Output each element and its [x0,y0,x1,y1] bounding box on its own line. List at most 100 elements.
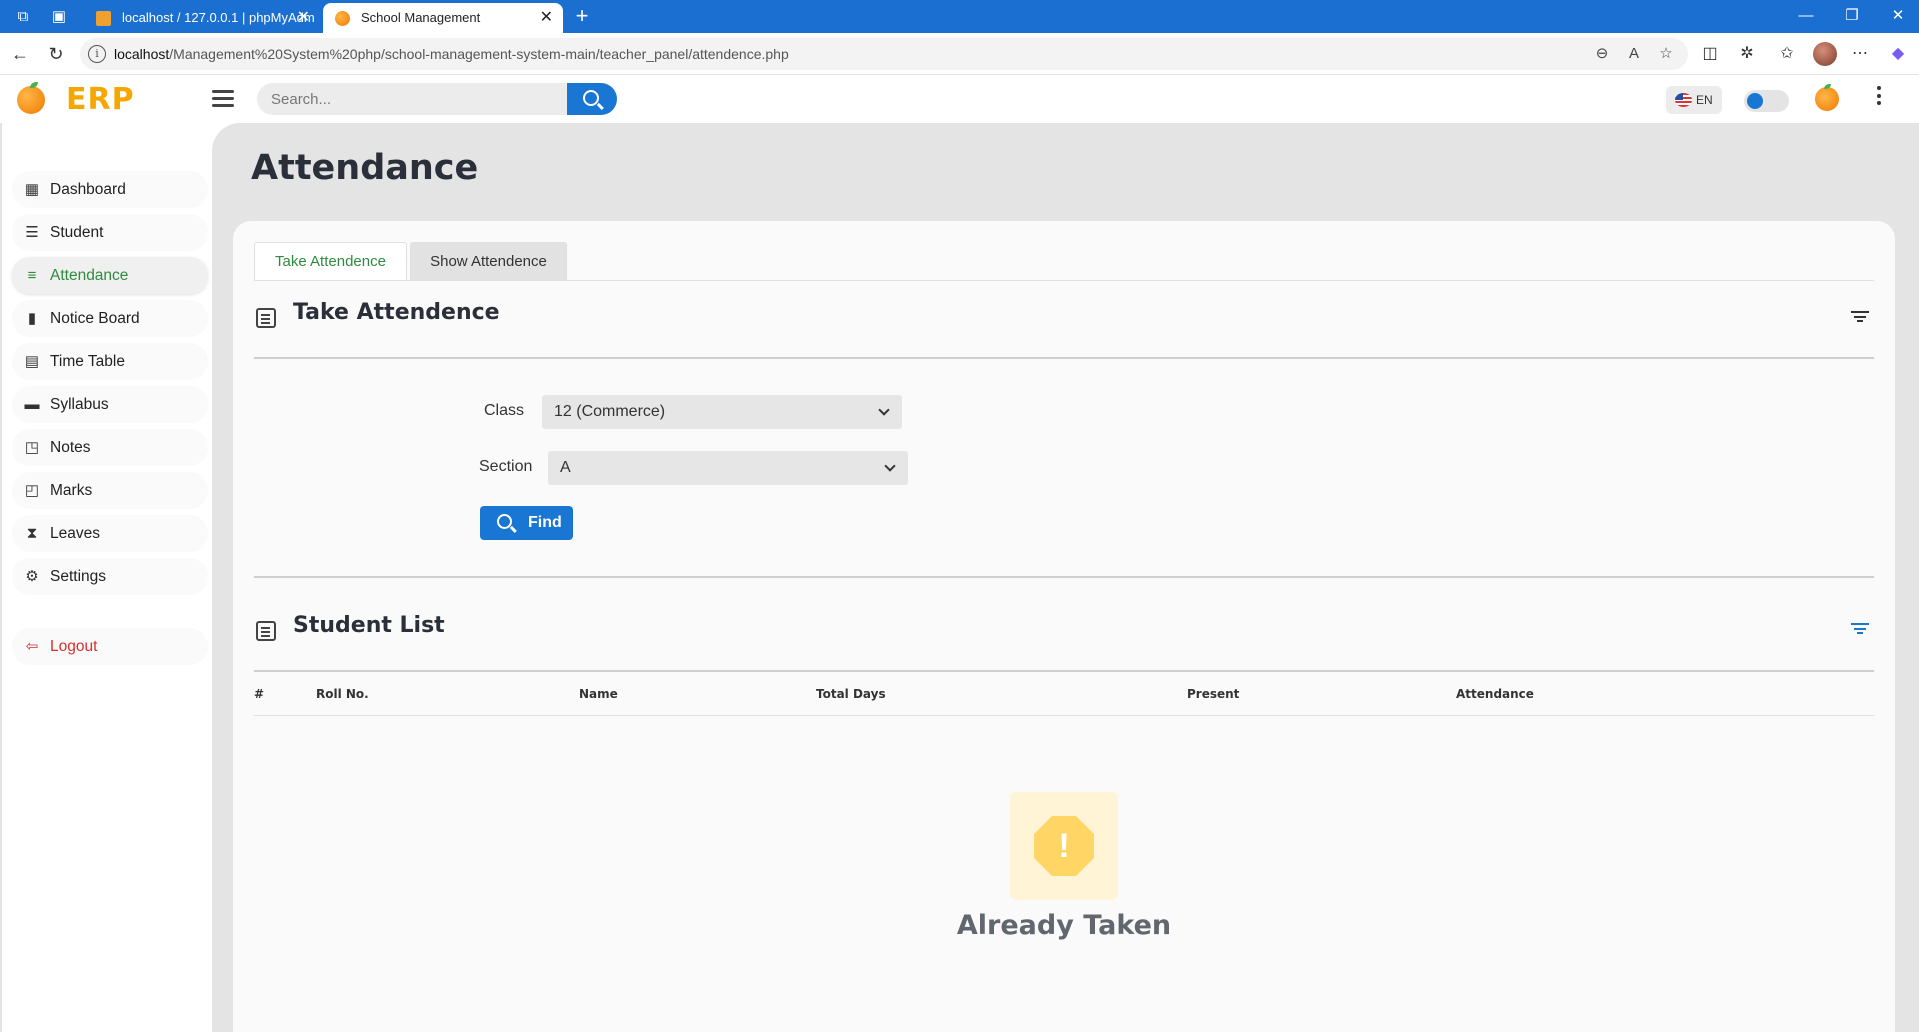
note-icon: ◳ [24,439,40,456]
app-header: ERP EN [0,76,1919,123]
search-input[interactable] [257,83,567,115]
theme-toggle[interactable] [1744,90,1789,112]
filter-icon[interactable] [1851,311,1869,323]
section-divider [254,670,1874,672]
sidebar-item-student[interactable]: ☰ Student [12,214,208,251]
read-aloud-icon[interactable]: A [1624,44,1644,64]
student-icon: ☰ [25,224,39,241]
column-header-attendance: Attendance [1456,687,1534,701]
browser-tab-bar: ⧉ ▣ localhost / 127.0.0.1 | phpMyAdm ✕ S… [0,0,1919,33]
take-attendance-title: Take Attendence [293,300,500,325]
gear-icon: ⚙ [25,568,39,585]
language-selector[interactable]: EN [1666,86,1722,114]
sidebar-item-marks[interactable]: ◰ Marks [12,472,208,509]
extensions-icon[interactable]: ✲ [1735,43,1759,65]
warning-box: ! [1010,792,1118,900]
phpmyadmin-favicon-icon [96,11,111,26]
sidebar-item-label: Marks [50,482,93,499]
sidebar-item-logout[interactable]: ⇦ Logout [12,628,208,665]
sidebar-item-label: Settings [50,568,107,585]
restore-icon[interactable]: ❐ [1838,5,1866,27]
zoom-icon[interactable]: ⊖ [1592,44,1612,64]
dashboard-icon: ▦ [24,181,40,198]
table-icon: ▤ [24,353,40,370]
page-title: Attendance [251,148,479,188]
reload-icon[interactable]: ↻ [44,42,68,66]
new-tab-icon[interactable]: + [570,4,594,28]
find-button[interactable]: Find [480,506,573,540]
browser-tab-phpmyadmin[interactable]: localhost / 127.0.0.1 | phpMyAdm ✕ [84,3,320,33]
section-select[interactable]: A [548,451,908,485]
app-logo-text: ERP [66,82,135,117]
section-divider [254,576,1874,578]
favorite-star-icon[interactable]: ☆ [1656,44,1676,64]
sidebar-item-label: Dashboard [50,181,126,198]
column-header-roll-no: Roll No. [316,687,369,701]
sidebar-item-leaves[interactable]: ⧗ Leaves [12,515,208,552]
url-field[interactable]: i localhost/Management%20System%20php/sc… [80,38,1688,70]
sidebar-item-syllabus[interactable]: ▬ Syllabus [12,386,208,423]
sidebar-item-label: Time Table [50,353,125,370]
sidebar-item-label: Syllabus [50,396,109,413]
split-screen-icon[interactable]: ◫ [1698,43,1722,65]
section-select-value: A [560,459,571,476]
logout-icon: ⇦ [25,638,39,655]
list-document-icon [256,621,276,641]
browser-profile-avatar[interactable] [1813,42,1837,66]
warning-icon: ! [1034,816,1094,876]
hourglass-icon: ⧗ [26,525,38,542]
search-icon [497,514,512,529]
sidebar-item-label: Leaves [50,525,100,542]
menu-toggle-icon[interactable] [212,90,234,108]
sidebar-item-notice-board[interactable]: ▮ Notice Board [12,300,208,337]
tab-title: localhost / 127.0.0.1 | phpMyAdm [122,10,315,25]
copilot-icon[interactable]: ◆ [1886,43,1910,65]
tab-show-attendance[interactable]: Show Attendence [410,242,567,280]
search-box [257,83,567,115]
bookmark-icon: ▮ [27,310,37,327]
tab-take-attendance[interactable]: Take Attendence [254,242,407,280]
close-window-icon[interactable]: ✕ [1884,5,1912,27]
close-tab-icon[interactable]: ✕ [297,3,310,33]
sidebar-item-label: Notice Board [50,310,140,327]
tab-actions-icon[interactable]: ▣ [48,6,70,28]
document-icon: ▬ [24,396,40,413]
sidebar-item-dashboard[interactable]: ▦ Dashboard [12,171,208,208]
browser-tab-school-management[interactable]: School Management ✕ [323,3,563,33]
tabs-divider [254,280,1874,281]
more-options-icon[interactable]: ⋯ [1848,43,1872,65]
class-label: Class [484,402,525,419]
column-header-present: Present [1187,687,1240,701]
sidebar-item-label: Logout [50,638,98,655]
kebab-menu-icon[interactable] [1874,86,1884,112]
empty-state-message: Already Taken [956,910,1172,941]
orange-logo-icon [17,82,45,114]
search-button[interactable] [567,83,617,115]
sidebar-item-settings[interactable]: ⚙ Settings [12,558,208,595]
marks-icon: ◰ [24,482,40,499]
find-button-label: Find [528,514,562,531]
class-select[interactable]: 12 (Commerce) [542,395,902,429]
workspaces-icon[interactable]: ⧉ [12,6,34,28]
minimize-icon[interactable]: — [1792,5,1820,27]
list-document-icon [256,308,276,328]
browser-address-bar: ← ↻ i localhost/Management%20System%20ph… [0,33,1919,75]
back-icon[interactable]: ← [8,42,32,66]
column-header-index: # [254,687,265,701]
section-label: Section [479,458,533,475]
attendance-icon: ≡ [27,267,37,284]
us-flag-icon [1675,93,1692,107]
close-tab-icon[interactable]: ✕ [540,3,553,33]
site-info-icon[interactable]: i [88,45,106,63]
column-header-name: Name [579,687,618,701]
sidebar-item-label: Attendance [50,267,129,284]
toggle-knob [1747,93,1763,109]
sidebar-item-time-table[interactable]: ▤ Time Table [12,343,208,380]
user-avatar[interactable] [1815,84,1839,111]
sidebar-item-notes[interactable]: ◳ Notes [12,429,208,466]
sidebar-item-attendance[interactable]: ≡ Attendance [12,257,208,294]
favorites-icon[interactable]: ✩ [1775,43,1799,65]
column-header-total-days: Total Days [816,687,886,701]
url-text: localhost/Management%20System%20php/scho… [114,46,789,62]
filter-icon[interactable] [1851,623,1869,635]
